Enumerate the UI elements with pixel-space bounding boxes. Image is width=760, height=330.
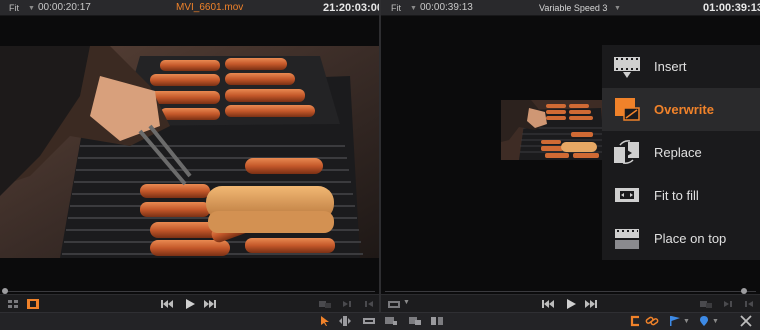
grid-icon[interactable]	[6, 298, 20, 310]
film-strip-icon[interactable]	[26, 298, 40, 310]
source-viewer[interactable]: Fit ▼ 00:00:20:17 MVI_6601.mov 21:20:03:…	[0, 0, 383, 312]
match-frame-icon[interactable]	[318, 298, 332, 310]
jump-to-end-icon[interactable]	[584, 298, 598, 310]
menu-item-overwrite[interactable]: Overwrite	[602, 88, 760, 131]
source-video-frame[interactable]	[0, 46, 379, 258]
menu-item-replace[interactable]: Replace	[602, 131, 760, 174]
jump-to-end-icon[interactable]	[203, 298, 217, 310]
source-duration-timecode: 00:00:20:17	[38, 2, 91, 13]
chevron-down-icon[interactable]: ▼	[614, 3, 621, 15]
trim-tool-icon[interactable]	[338, 315, 352, 327]
menu-label-fit-to-fill: Fit to fill	[654, 188, 699, 203]
flag-icon[interactable]	[668, 315, 682, 327]
replace-clip-icon[interactable]	[430, 315, 444, 327]
selection-tool-icon[interactable]	[318, 315, 332, 327]
source-clip-name[interactable]: MVI_6601.mov	[176, 2, 243, 14]
timeline-viewer[interactable]: Fit ▼ 00:00:39:13 Variable Speed 3 ▼ 01:…	[381, 0, 760, 312]
mark-out-icon[interactable]	[742, 298, 756, 310]
linked-selection-icon[interactable]	[645, 315, 659, 327]
jump-to-start-icon[interactable]	[160, 298, 174, 310]
jump-to-start-icon[interactable]	[541, 298, 555, 310]
source-current-timecode: 21:20:03:00	[323, 2, 383, 14]
place-on-top-icon	[615, 229, 639, 249]
menu-label-overwrite: Overwrite	[654, 102, 714, 117]
grill-thumbnail-image	[501, 100, 607, 160]
play-icon[interactable]	[183, 298, 197, 310]
timeline-viewer-header: Fit ▼ 00:00:39:13 Variable Speed 3 ▼ 01:…	[381, 0, 760, 16]
viewer-options-icon[interactable]	[387, 298, 401, 310]
blade-tool-icon[interactable]	[362, 315, 376, 327]
timeline-zoom-fit-dropdown[interactable]: Fit	[391, 2, 401, 14]
scrubber-track[interactable]	[385, 291, 756, 292]
chevron-down-icon[interactable]: ▼	[28, 3, 35, 15]
timeline-name[interactable]: Variable Speed 3	[539, 2, 607, 14]
play-icon[interactable]	[564, 298, 578, 310]
chevron-down-icon[interactable]: ▼	[410, 3, 417, 15]
replace-icon	[614, 140, 639, 164]
mark-in-icon[interactable]	[721, 298, 735, 310]
menu-label-insert: Insert	[654, 59, 687, 74]
grill-video-image	[0, 46, 379, 258]
menu-label-place-on-top: Place on top	[654, 231, 727, 246]
timeline-current-timecode: 01:00:39:13	[703, 2, 760, 14]
overwrite-clip-icon[interactable]	[408, 315, 422, 327]
menu-item-insert[interactable]: Insert	[602, 45, 760, 88]
source-viewer-header: Fit ▼ 00:00:20:17 MVI_6601.mov 21:20:03:…	[0, 0, 383, 16]
insert-icon	[614, 57, 640, 78]
overwrite-icon	[615, 98, 640, 121]
scrubber-track[interactable]	[4, 291, 375, 292]
edit-overlay-menu: Insert Overwrite Replace Fit to fill Pla…	[602, 45, 760, 260]
chevron-down-icon[interactable]: ▼	[712, 318, 719, 325]
mark-in-icon[interactable]	[340, 298, 354, 310]
tools-icon[interactable]	[739, 315, 753, 327]
snapping-icon[interactable]	[628, 315, 642, 327]
timeline-transport-bar: ▼	[381, 294, 760, 312]
marker-icon[interactable]	[697, 315, 711, 327]
fit-to-fill-icon	[615, 188, 639, 202]
timeline-duration-timecode: 00:00:39:13	[420, 2, 473, 13]
match-frame-icon[interactable]	[699, 298, 713, 310]
mark-out-icon[interactable]	[362, 298, 376, 310]
menu-item-place-on-top[interactable]: Place on top	[602, 217, 760, 260]
edit-toolbar: ▼ ▼	[0, 312, 760, 330]
dragged-clip-thumbnail[interactable]	[501, 100, 607, 160]
chevron-down-icon[interactable]: ▼	[683, 318, 690, 325]
menu-item-fit-to-fill[interactable]: Fit to fill	[602, 174, 760, 217]
chevron-down-icon[interactable]: ▼	[403, 299, 410, 306]
source-zoom-fit-dropdown[interactable]: Fit	[9, 2, 19, 14]
insert-clip-icon[interactable]	[384, 315, 398, 327]
menu-label-replace: Replace	[654, 145, 702, 160]
source-transport-bar	[0, 294, 379, 312]
